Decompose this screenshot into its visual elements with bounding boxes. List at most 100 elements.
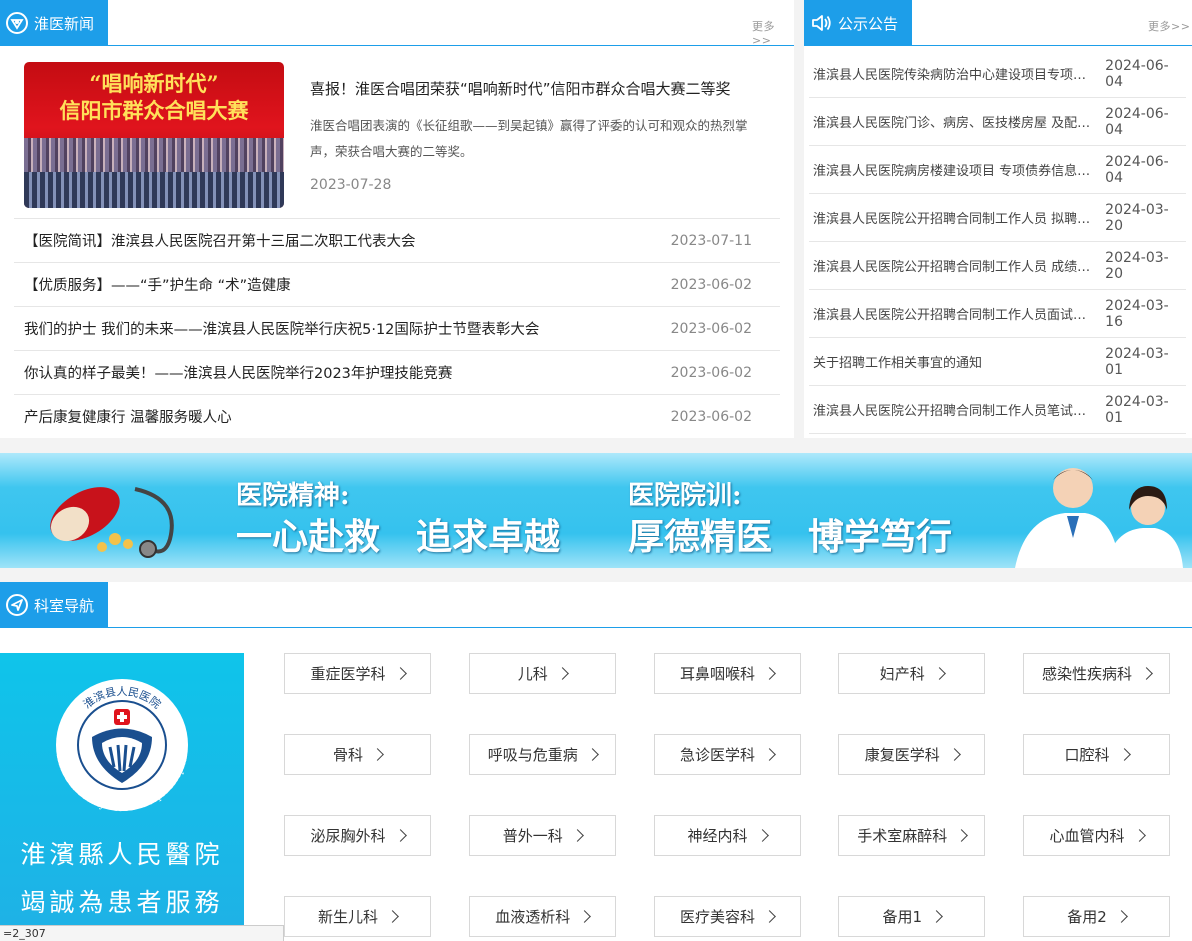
- emblem-en-ring-text: Huai Bin County · 1952 · People Hospital: [54, 753, 191, 814]
- chevron-right-icon: [1140, 667, 1153, 680]
- dept-label: 普外一科: [502, 827, 563, 845]
- featured-news-summary: 淮医合唱团表演的《长征组歌——到吴起镇》赢得了评委的认可和观众的热烈掌声，荣获合…: [310, 118, 748, 159]
- chevron-right-icon: [763, 667, 776, 680]
- notice-item-date: 2024-03-20: [1105, 201, 1169, 234]
- notice-item-date: 2024-03-01: [1105, 393, 1169, 426]
- speaker-icon: [809, 11, 833, 35]
- dept-label: 耳鼻咽喉科: [679, 665, 755, 683]
- department-tab-label: 科室导航: [34, 596, 95, 615]
- chevron-right-icon: [1114, 910, 1128, 923]
- news-more-link[interactable]: 更多>>: [752, 18, 794, 47]
- dept-label: 备用2: [1067, 908, 1107, 926]
- chevron-right-icon: [755, 829, 769, 842]
- dept-button[interactable]: 急诊医学科: [653, 734, 801, 775]
- dept-button[interactable]: 呼吸与危重病: [468, 734, 616, 775]
- notice-tab-label: 公示公告: [838, 14, 899, 33]
- news-item-date: 2023-06-02: [670, 364, 752, 381]
- spirit-text: 一心赴救 追求卓越: [236, 516, 561, 558]
- dept-label: 口腔科: [1064, 746, 1110, 764]
- logo-slogan-line-1: 淮濱縣人民醫院: [20, 840, 224, 869]
- chevron-right-icon: [763, 910, 776, 923]
- emblem-en-ring: Huai Bin County · 1952 · People Hospital: [54, 753, 191, 814]
- dept-label: 妇产科: [879, 665, 925, 683]
- choir-graphic-front: [24, 172, 284, 208]
- notice-panel: 公示公告 更多>> 淮滨县人民医院传染病防治中心建设项目专项债券信息公开 2024…: [804, 0, 1192, 438]
- featured-news-image[interactable]: “唱响新时代” 信阳市群众合唱大赛: [24, 62, 284, 208]
- news-item[interactable]: 你认真的样子最美！——淮滨县人民医院举行2023年护理技能竞赛 2023-06-0…: [14, 350, 780, 394]
- notice-item-date: 2024-03-20: [1105, 249, 1169, 282]
- news-item[interactable]: 【优质服务】——“手”护生命 “术”造健康 2023-06-02: [14, 262, 780, 306]
- featured-image-text-2: 信阳市群众合唱大赛: [59, 98, 249, 123]
- notice-item[interactable]: 淮滨县人民医院门诊、病房、医技楼房屋 及配套设施建设项目信息公开 2024-06-…: [809, 98, 1186, 146]
- news-item-date: 2023-06-02: [670, 408, 752, 425]
- notice-item[interactable]: 淮滨县人民医院公开招聘合同制工作人员笔试通知 2024-03-01: [809, 386, 1186, 434]
- notice-item-date: 2024-06-04: [1105, 105, 1169, 138]
- notice-item-title: 淮滨县人民医院公开招聘合同制工作人员面试通知: [813, 308, 1098, 323]
- notice-item-date: 2024-06-04: [1105, 153, 1169, 186]
- chevron-right-icon: [570, 829, 584, 842]
- dept-button[interactable]: 备用2: [1023, 896, 1170, 937]
- dept-label: 新生儿科: [317, 908, 378, 926]
- notice-tab-line: [804, 45, 1192, 46]
- featured-news-title[interactable]: 喜报！淮医合唱团荣获“唱响新时代”信阳市群众合唱大赛二等奖: [310, 78, 760, 99]
- notice-item[interactable]: 淮滨县人民医院传染病防治中心建设项目专项债券信息公开 2024-06-04: [809, 50, 1186, 98]
- chevron-right-icon: [393, 667, 407, 680]
- dept-button[interactable]: 重症医学科: [284, 653, 431, 694]
- dept-label: 康复医学科: [864, 746, 940, 764]
- pills-stethoscope-icon: [50, 487, 174, 558]
- motto-heading: 医院院训:: [628, 481, 742, 511]
- dept-button[interactable]: 心血管内科: [1023, 815, 1170, 856]
- chevron-right-icon: [386, 910, 399, 923]
- chevron-right-icon: [932, 667, 946, 680]
- dept-label: 重症医学科: [310, 665, 386, 683]
- chevron-right-icon: [1132, 829, 1146, 842]
- dept-button[interactable]: 血液透析科: [468, 896, 616, 937]
- dept-label: 血液透析科: [495, 908, 571, 926]
- dept-button[interactable]: 感染性疾病科: [1023, 653, 1170, 694]
- news-item-date: 2023-06-02: [670, 320, 752, 337]
- chevron-right-icon: [555, 667, 569, 680]
- dept-button[interactable]: 耳鼻咽喉科: [653, 653, 801, 694]
- logo-slogan-line-2: 竭誠為患者服務: [20, 888, 224, 917]
- chevron-right-icon: [1117, 748, 1131, 761]
- department-tab[interactable]: 科室导航: [0, 582, 109, 628]
- dept-button[interactable]: 手术室麻醉科: [838, 815, 986, 856]
- news-panel: 淮医新闻 更多>> “唱响新时代” 信阳市群众合唱大赛 喜报！淮医合唱团荣获“唱…: [0, 0, 794, 438]
- notice-item[interactable]: 淮滨县人民医院公开招聘合同制工作人员 拟聘用人员公示 2024-03-20: [809, 194, 1186, 242]
- dept-button[interactable]: 新生儿科: [284, 896, 431, 937]
- notice-tab[interactable]: 公示公告: [804, 0, 913, 46]
- news-list: 【医院简讯】淮滨县人民医院召开第十三届二次职工代表大会 2023-07-11 【优…: [14, 218, 780, 438]
- dept-button[interactable]: 医疗美容科: [653, 896, 801, 937]
- dept-button[interactable]: 妇产科: [838, 653, 986, 694]
- notice-item[interactable]: 淮滨县人民医院公开招聘合同制工作人员 成绩公示 2024-03-20: [809, 242, 1186, 290]
- dept-button[interactable]: 康复医学科: [838, 734, 986, 775]
- notice-item[interactable]: 淮滨县人民医院病房楼建设项目 专项债券信息公开 2024-06-04: [809, 146, 1186, 194]
- doctors-illustration: [1015, 468, 1183, 568]
- hospital-spirit-banner: 医院精神: 一心赴救 追求卓越 医院院训: 厚德精医 博学笃行: [0, 453, 1192, 568]
- notice-item[interactable]: 关于招聘工作相关事宜的通知 2024-03-01: [809, 338, 1186, 386]
- news-item[interactable]: 我们的护士 我们的未来——淮滨县人民医院举行庆祝5·12国际护士节暨表彰大会 20…: [14, 306, 780, 350]
- notice-more-link[interactable]: 更多>>: [1148, 18, 1190, 34]
- dept-label: 呼吸与危重病: [487, 746, 578, 764]
- dept-button[interactable]: 备用1: [838, 896, 986, 937]
- notice-item-title: 淮滨县人民医院病房楼建设项目 专项债券信息公开: [813, 164, 1098, 179]
- notice-item-title: 淮滨县人民医院公开招聘合同制工作人员 拟聘用人员公示: [813, 212, 1097, 227]
- dept-button[interactable]: 儿科: [468, 653, 616, 694]
- dept-button[interactable]: 泌尿胸外科: [284, 815, 431, 856]
- dept-button[interactable]: 神经内科: [653, 815, 801, 856]
- featured-news-date: 2023-07-28: [310, 177, 392, 193]
- dept-button[interactable]: 口腔科: [1023, 734, 1170, 775]
- notice-item[interactable]: 淮滨县人民医院公开招聘合同制工作人员面试通知 2024-03-16: [809, 290, 1186, 338]
- notice-item-title: 淮滨县人民医院传染病防治中心建设项目专项债券信息公开: [813, 68, 1098, 83]
- news-tab[interactable]: 淮医新闻: [0, 0, 109, 46]
- news-item[interactable]: 【医院简讯】淮滨县人民医院召开第十三届二次职工代表大会 2023-07-11: [14, 218, 780, 262]
- chevron-right-icon: [393, 829, 407, 842]
- department-tab-line: [0, 627, 1192, 628]
- dept-button[interactable]: 骨科: [284, 734, 431, 775]
- news-item[interactable]: 产后康复健康行 温馨服务暖人心 2023-06-02: [14, 394, 780, 438]
- dept-button[interactable]: 普外一科: [468, 815, 616, 856]
- news-item-date: 2023-07-11: [670, 232, 752, 249]
- chevron-right-icon: [955, 829, 969, 842]
- chevron-right-icon: [947, 748, 961, 761]
- notice-item-title: 关于招聘工作相关事宜的通知: [813, 356, 983, 371]
